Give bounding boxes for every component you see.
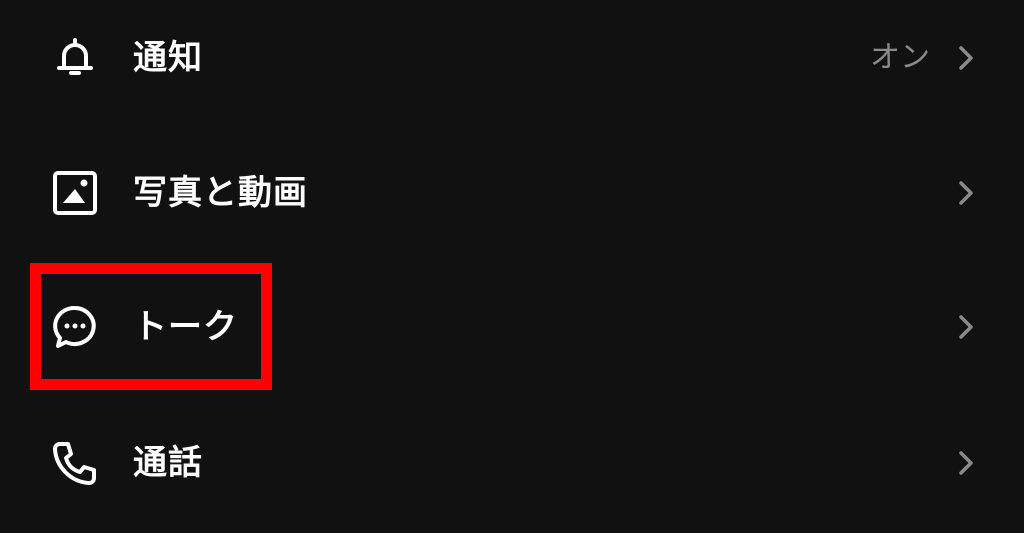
chevron-right-icon: [950, 448, 980, 478]
settings-row-label: トーク: [133, 307, 238, 347]
settings-row-value: オン: [870, 40, 930, 75]
settings-row-calls[interactable]: 通話: [0, 413, 1024, 513]
image-icon: [51, 169, 99, 217]
chevron-right-icon: [950, 178, 980, 208]
phone-icon: [51, 439, 99, 487]
chat-bubble-icon: [51, 303, 99, 351]
settings-row-notifications[interactable]: 通知 オン: [0, 8, 1024, 108]
chevron-right-icon: [950, 312, 980, 342]
settings-list: 通知 オン 写真と動画 トーク 通話: [0, 0, 1024, 533]
settings-row-label: 通知: [133, 38, 203, 78]
settings-row-chats[interactable]: トーク: [0, 277, 1024, 377]
chevron-right-icon: [950, 43, 980, 73]
settings-row-label: 写真と動画: [133, 173, 308, 213]
settings-row-photos-videos[interactable]: 写真と動画: [0, 143, 1024, 243]
settings-row-label: 通話: [133, 443, 203, 483]
bell-icon: [51, 34, 99, 82]
